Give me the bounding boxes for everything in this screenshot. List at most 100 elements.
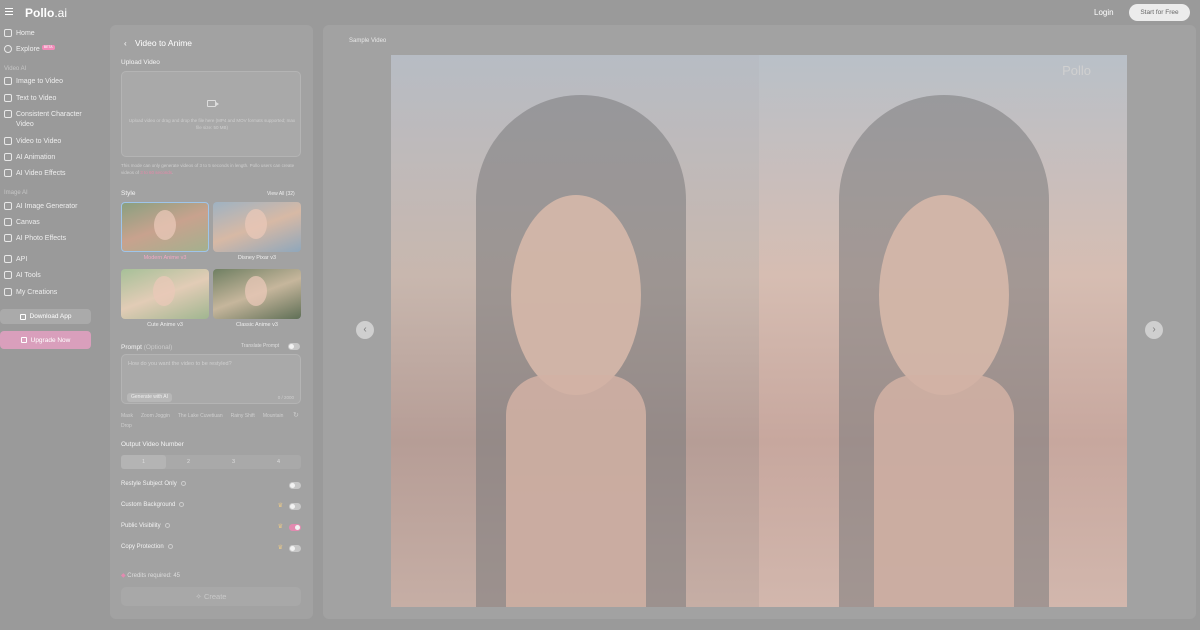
- watermark: Pollo: [1062, 63, 1091, 78]
- style-card-classic-anime[interactable]: [213, 269, 301, 319]
- menu-icon[interactable]: [5, 8, 13, 15]
- output-number-option[interactable]: 2: [166, 455, 211, 469]
- upgrade-now-button[interactable]: Upgrade Now: [0, 331, 91, 349]
- start-free-button[interactable]: Start for Free: [1129, 4, 1190, 21]
- style-card-cute-anime[interactable]: [121, 269, 209, 319]
- portrait-face: [511, 195, 641, 395]
- home-icon: [4, 29, 12, 37]
- sidebar-item-text-to-video[interactable]: Text to Video: [4, 94, 96, 104]
- restyle-subject-row: Restyle Subject Only: [121, 481, 301, 491]
- top-bar: Pollo.ai Login Start for Free: [0, 0, 1200, 26]
- prompt-tag[interactable]: The Lake Cuvetiuan: [178, 413, 223, 419]
- duration-note-end: .: [172, 170, 174, 175]
- portrait-face: [879, 195, 1009, 395]
- style-card-disney-pixar[interactable]: [213, 202, 301, 252]
- view-all-link[interactable]: View All (32): [267, 191, 295, 197]
- sidebar-item-canvas[interactable]: Canvas: [4, 218, 96, 228]
- sidebar-item-ai-video-effects[interactable]: AI Video Effects: [4, 169, 96, 179]
- sparkle-icon: ✧: [195, 592, 202, 601]
- sidebar-item-label: Canvas: [16, 219, 40, 226]
- download-app-button[interactable]: Download App: [0, 309, 91, 324]
- info-icon[interactable]: [164, 523, 170, 528]
- prompt-tag[interactable]: Rainy Shift: [231, 413, 255, 419]
- sidebar: Home Explore BETA Video AI Image to Video…: [0, 26, 100, 630]
- custom-background-row: Custom Background ♛: [121, 502, 301, 512]
- style-card-modern-anime[interactable]: [121, 202, 209, 252]
- sidebar-item-ai-tools[interactable]: AI Tools: [4, 271, 96, 281]
- generate-with-ai-button[interactable]: Generate with AI: [127, 393, 172, 402]
- style-name: Modern Anime v3: [143, 255, 187, 261]
- sidebar-item-label: AI Photo Effects: [16, 235, 67, 242]
- sidebar-item-my-creations[interactable]: My Creations: [4, 288, 96, 298]
- video-camera-icon: [207, 100, 219, 107]
- crown-icon: ♛: [277, 524, 283, 530]
- login-link[interactable]: Login: [1094, 8, 1114, 17]
- sidebar-item-api[interactable]: API: [4, 255, 96, 265]
- translate-label: Translate Prompt: [241, 343, 280, 349]
- api-icon: [4, 255, 12, 263]
- sidebar-item-label: Consistent Character Video: [16, 111, 82, 128]
- copy-protection-toggle[interactable]: [289, 545, 301, 552]
- image-icon: [4, 77, 12, 85]
- output-number-label: Output Video Number: [121, 441, 184, 448]
- create-button[interactable]: ✧ Create: [121, 587, 301, 606]
- chevron-left-icon[interactable]: ‹: [124, 39, 127, 48]
- anime-video-frame: Pollo: [759, 55, 1127, 607]
- sidebar-item-label: AI Tools: [16, 272, 41, 279]
- translate-toggle[interactable]: [288, 343, 300, 350]
- sidebar-item-ai-animation[interactable]: AI Animation: [4, 153, 96, 163]
- crown-icon: ♛: [277, 545, 283, 551]
- sidebar-item-image-to-video[interactable]: Image to Video: [4, 77, 96, 87]
- refresh-icon[interactable]: ↻: [293, 411, 299, 419]
- copy-protection-row: Copy Protection ♛: [121, 544, 301, 554]
- canvas-icon: [4, 218, 12, 226]
- prompt-placeholder: How do you want the video to be restyled…: [128, 361, 232, 367]
- prompt-tags: Mask Zoom Joggin The Lake Cuvetiuan Rainy S…: [121, 411, 291, 431]
- prompt-tag[interactable]: Mask: [121, 413, 133, 419]
- sidebar-item-ai-image-generator[interactable]: AI Image Generator: [4, 202, 96, 212]
- sidebar-item-label: Video to Video: [16, 138, 62, 145]
- restyle-toggle[interactable]: [289, 482, 301, 489]
- output-number-selector: 1 2 3 4: [121, 455, 301, 469]
- prompt-optional: (Optional): [143, 344, 173, 351]
- public-visibility-label: Public Visibility: [121, 523, 161, 530]
- custom-background-toggle[interactable]: [289, 503, 301, 510]
- upload-hint: Upload video or drag and drop the file h…: [128, 118, 296, 130]
- sidebar-item-ai-photo-effects[interactable]: AI Photo Effects: [4, 234, 96, 244]
- logo[interactable]: Pollo.ai: [25, 6, 67, 20]
- portrait-neck: [874, 375, 1014, 607]
- sidebar-item-video-to-video[interactable]: Video to Video: [4, 137, 96, 147]
- public-visibility-toggle[interactable]: [289, 524, 301, 531]
- chevron-left-icon[interactable]: ‹: [356, 321, 374, 339]
- video-icon: [4, 137, 12, 145]
- crown-icon: ♛: [277, 503, 283, 509]
- output-number-option[interactable]: 1: [121, 455, 166, 469]
- crown-icon: [20, 337, 27, 343]
- prompt-label-text: Prompt: [121, 344, 142, 351]
- upload-dropzone[interactable]: Upload video or drag and drop the file h…: [121, 71, 301, 157]
- output-number-option[interactable]: 3: [211, 455, 256, 469]
- sidebar-item-consistent-character[interactable]: Consistent Character Video: [4, 110, 96, 130]
- info-icon[interactable]: [167, 544, 173, 549]
- sidebar-item-label: API: [16, 256, 28, 263]
- sidebar-item-home[interactable]: Home: [4, 29, 96, 39]
- settings-panel: ‹ Video to Anime Upload Video Upload vid…: [110, 25, 313, 619]
- prompt-label: Prompt (Optional): [121, 344, 172, 351]
- prompt-input[interactable]: How do you want the video to be restyled…: [121, 354, 301, 404]
- output-number-option[interactable]: 4: [256, 455, 301, 469]
- info-icon[interactable]: [179, 502, 185, 507]
- animation-icon: [4, 153, 12, 161]
- sidebar-item-explore[interactable]: Explore BETA: [4, 45, 96, 55]
- image-generator-icon: [4, 202, 12, 210]
- restyle-label: Restyle Subject Only: [121, 481, 177, 488]
- style-label: Style: [121, 190, 136, 197]
- download-app-label: Download App: [29, 313, 72, 320]
- chevron-right-icon[interactable]: ›: [1145, 321, 1163, 339]
- credits-value: 45: [173, 573, 181, 579]
- create-label: Create: [203, 592, 227, 601]
- sample-video-comparison[interactable]: Pollo: [391, 55, 1127, 607]
- info-icon[interactable]: [180, 481, 186, 486]
- folder-icon: [4, 288, 12, 296]
- style-thumbnail: [153, 276, 175, 306]
- prompt-tag[interactable]: Zoom Joggin: [141, 413, 170, 419]
